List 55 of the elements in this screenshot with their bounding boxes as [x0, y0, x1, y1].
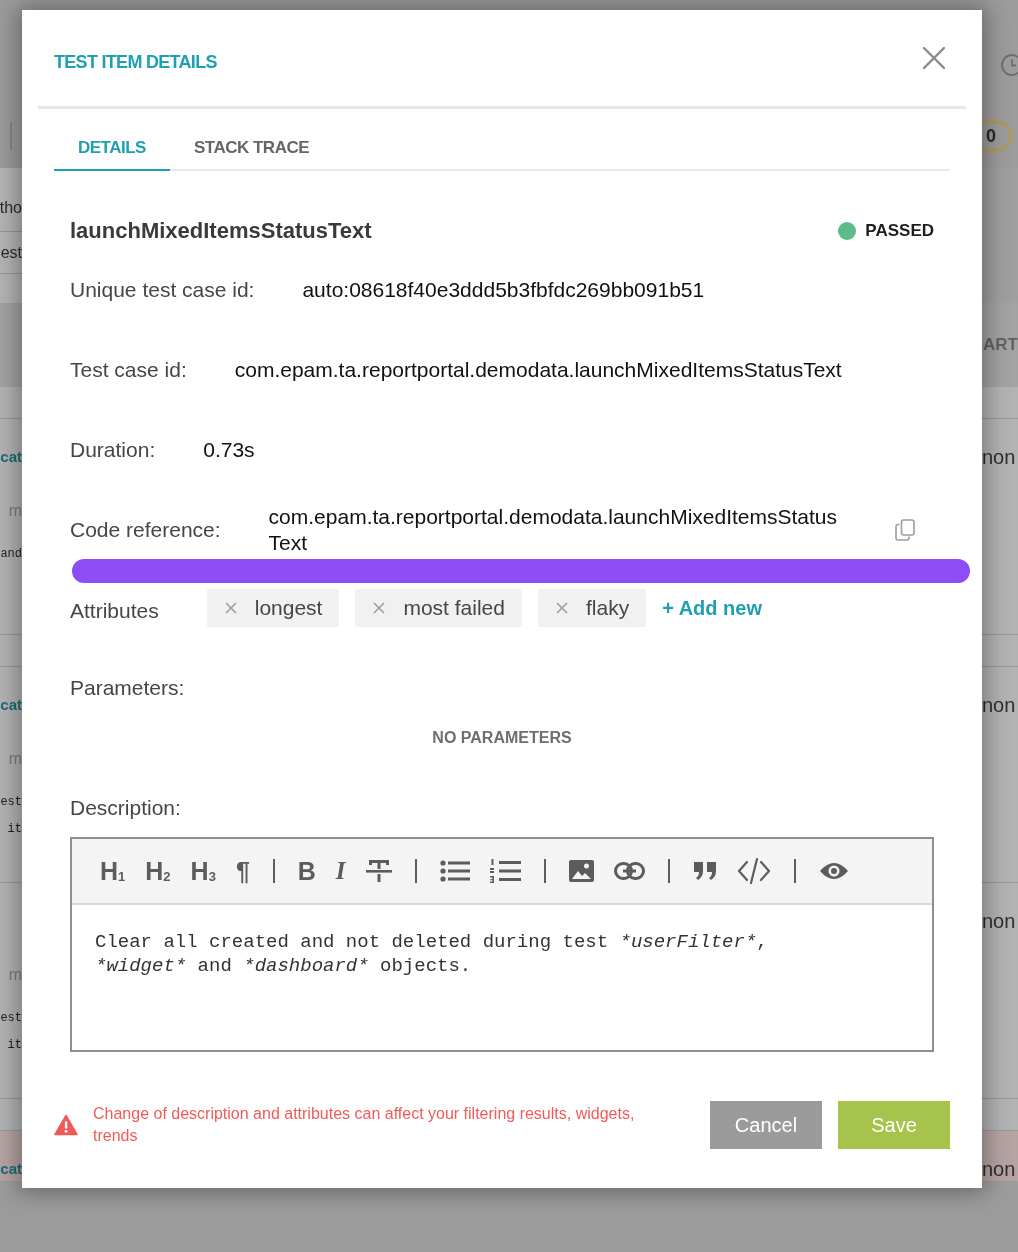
heading-button[interactable]: H$_{2}$ [145, 857, 171, 885]
description-text: est [0, 1010, 22, 1027]
tab[interactable]: STACK TRACE [169, 137, 334, 171]
bullet-list-icon[interactable] [439, 860, 470, 882]
field-value: com.epam.ta.reportportal.demodata.launchMixedItemsStatusText [234, 357, 842, 383]
column-header: ART [983, 334, 1018, 356]
quote-icon[interactable] [692, 861, 717, 881]
warning-message: Change of description and attributes can affect your filtering results, widgets, trends [93, 1104, 636, 1146]
field-value: 0.73s [203, 437, 255, 463]
column-text: non [982, 1157, 1016, 1181]
field-label: Description: [70, 795, 182, 821]
italic-button[interactable]: I [335, 857, 346, 885]
field-label: Test case id: [70, 357, 187, 383]
dialog-title: TEST ITEM DETAILS [54, 51, 217, 74]
description-text: and [0, 546, 22, 563]
status-dot-icon [838, 222, 857, 240]
eye-icon[interactable] [818, 861, 849, 881]
field-label: Code reference: [70, 517, 221, 543]
column-text: non [982, 693, 1016, 717]
strikethrough-icon[interactable] [365, 859, 392, 883]
link-icon[interactable] [613, 862, 645, 880]
field-value: auto:08618f40e3ddd5b3fbfdc269bb091b51 [302, 277, 705, 303]
filter-text: tho [0, 198, 22, 218]
empty-message: NO PARAMETERS [431, 728, 573, 748]
description-text: est [0, 794, 22, 811]
warning-icon [54, 1114, 78, 1136]
attribute-tag[interactable]: longest [206, 589, 340, 627]
description-text: it [7, 1037, 22, 1054]
column-text: non [982, 909, 1016, 933]
close-icon[interactable] [922, 46, 946, 70]
code-icon[interactable] [736, 856, 771, 886]
item-name-text: cat [0, 447, 22, 467]
tab[interactable]: DETAILS [54, 137, 170, 171]
field-value: com.epam.ta.reportportal.demodata.launchMixedItemsStatusText [268, 504, 839, 556]
heading-button[interactable]: H$_{1}$ [100, 857, 126, 885]
column-text: non [982, 445, 1016, 469]
field-label: Parameters: [70, 675, 186, 701]
item-name-text: cat [0, 695, 22, 715]
attribute-tag[interactable]: most failed [355, 589, 522, 627]
copy-icon[interactable] [895, 519, 915, 541]
numbered-list-icon[interactable] [489, 859, 521, 883]
attribute-tag[interactable]: flaky [538, 589, 647, 627]
description-text: it [7, 821, 22, 838]
field-label: Unique test case id: [70, 277, 255, 303]
image-icon[interactable] [568, 860, 594, 882]
add-attribute-button[interactable]: + Add new [662, 594, 762, 622]
paragraph-button[interactable]: ¶ [235, 857, 250, 885]
field-label: Attributes [70, 598, 159, 624]
item-name-text: cat [0, 1159, 22, 1179]
bold-button[interactable]: B [297, 857, 316, 885]
heading-button[interactable]: H$_{3}$ [190, 857, 216, 885]
filter-text: est [0, 242, 22, 263]
test-item-name: launchMixedItemsStatusText [70, 217, 372, 245]
status-label: PASSED [865, 220, 934, 242]
field-label: Duration: [70, 437, 156, 463]
